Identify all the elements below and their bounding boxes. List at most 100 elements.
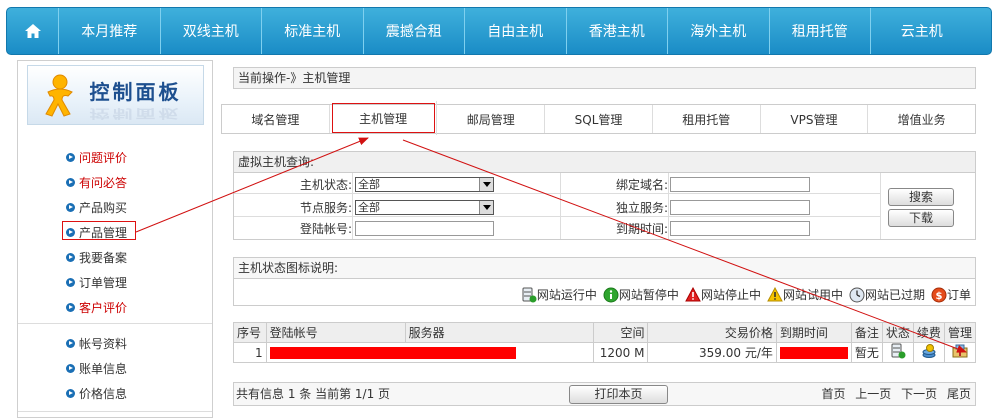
status-select[interactable]: 全部 (355, 177, 494, 192)
breadcrumb: 当前操作-》主机管理 (233, 67, 976, 89)
sidebar-item-price[interactable]: 价格信息 (66, 381, 127, 406)
row-divider (234, 193, 880, 194)
sidebar-item-customer-review[interactable]: 客户评价 (66, 295, 127, 320)
domain-input[interactable] (670, 177, 810, 192)
sidebar-divider (18, 411, 212, 412)
col-header-note: 备注 (850, 322, 883, 343)
host-query-panel: 虚拟主机查询: 主机状态: 全部 节点服务: 全部 登陆帐号: 绑定域名: 独立… (233, 151, 976, 240)
cell-price: 359.00 元/年 (647, 342, 777, 363)
sidebar-item-buy-product[interactable]: 产品购买 (66, 195, 127, 220)
tab-sql[interactable]: SQL管理 (545, 105, 653, 133)
page-last-link[interactable]: 尾页 (947, 387, 971, 401)
top-nav: 本月推荐 双线主机 标准主机 震撼合租 自由主机 香港主机 海外主机 租用托管 … (6, 7, 992, 55)
col-divider (352, 173, 353, 239)
nav-item-hongkong[interactable]: 香港主机 (567, 8, 668, 54)
col-header-price: 交易价格 (647, 322, 777, 343)
cell-manage[interactable] (943, 342, 977, 363)
legend-title: 主机状态图标说明: (234, 258, 975, 279)
sidebar-item-question-review[interactable]: 问题评价 (66, 145, 127, 170)
cell-index: 1 (233, 342, 267, 363)
col-header-server: 服务器 (404, 322, 595, 343)
pagination: 首页 上一页 下一页 尾页 (815, 383, 971, 405)
tab-hosting[interactable]: 租用托管 (653, 105, 761, 133)
page-first-link[interactable]: 首页 (821, 387, 845, 401)
status-legend-panel: 主机状态图标说明: 网站运行中 网站暂停中 网站停止中 网站试用中 网站已过期 … (233, 257, 976, 306)
tab-vps[interactable]: VPS管理 (761, 105, 869, 133)
sidebar-menu-account: 帐号资料 账单信息 价格信息 (66, 331, 127, 406)
nav-item-monthly[interactable]: 本月推荐 (59, 8, 161, 54)
cell-renew[interactable] (912, 342, 945, 363)
account-input[interactable] (355, 221, 494, 236)
server-running-icon (891, 343, 906, 359)
expire-input[interactable] (670, 221, 810, 236)
sidebar-item-faq[interactable]: 有问必答 (66, 170, 127, 195)
col-header-space: 空间 (593, 322, 649, 343)
tab-domain[interactable]: 域名管理 (222, 105, 330, 133)
cell-space: 1200 M (593, 342, 649, 363)
server-running-icon (522, 287, 537, 302)
warning-yellow-icon (767, 286, 783, 301)
legend-items: 网站运行中 网站暂停中 网站停止中 网站试用中 网站已过期 $ 订单 (515, 286, 971, 303)
print-button[interactable]: 打印本页 (569, 385, 668, 404)
account-label: 登陆帐号: (299, 222, 352, 236)
page-prev-link[interactable]: 上一页 (855, 387, 891, 401)
pagination-summary: 共有信息 1 条 当前第 1/1 页 (236, 387, 391, 401)
dedicated-label: 独立服务: (615, 201, 668, 215)
cell-expire (775, 342, 852, 363)
sidebar-item-orders[interactable]: 订单管理 (66, 270, 127, 295)
nav-item-standard[interactable]: 标准主机 (262, 8, 364, 54)
nav-item-free-host[interactable]: 自由主机 (465, 8, 567, 54)
node-select[interactable]: 全部 (355, 200, 494, 215)
sidebar-item-account-info[interactable]: 帐号资料 (66, 331, 127, 356)
bullet-icon (66, 303, 75, 312)
node-label: 节点服务: (299, 201, 352, 215)
chevron-down-icon (479, 178, 493, 191)
search-button[interactable]: 搜索 (888, 188, 954, 206)
nav-item-cloud[interactable]: 云主机 (871, 8, 973, 54)
cell-status (881, 342, 914, 363)
col-header-account: 登陆帐号 (265, 322, 406, 343)
tab-bar: 域名管理 主机管理 邮局管理 SQL管理 租用托管 VPS管理 增值业务 (221, 101, 976, 135)
legend-stopped: 网站停止中 (685, 286, 761, 303)
col-header-renew: 续费 (912, 322, 945, 343)
tab-mail[interactable]: 邮局管理 (437, 105, 546, 133)
page-next-link[interactable]: 下一页 (901, 387, 937, 401)
bullet-icon (66, 339, 75, 348)
col-divider (880, 173, 881, 239)
tab-host-manage[interactable]: 主机管理 (330, 101, 438, 135)
host-table: 序号 登陆帐号 服务器 空间 交易价格 到期时间 备注 状态 续费 管理 1 1… (233, 322, 977, 363)
cell-note: 暂无 (850, 342, 883, 363)
dollar-icon: $ (931, 287, 947, 302)
chevron-down-icon (479, 201, 493, 214)
bullet-icon (66, 389, 75, 398)
warning-red-icon (685, 286, 701, 301)
clock-icon (849, 287, 865, 302)
legend-running: 网站运行中 (521, 286, 597, 303)
home-button[interactable] (7, 8, 59, 54)
panel-title: 控制面板 (89, 80, 182, 104)
home-icon (24, 24, 41, 38)
coins-renew-icon (922, 344, 936, 358)
nav-item-dual-line[interactable]: 双线主机 (161, 8, 262, 54)
manage-tools-icon (952, 344, 968, 358)
download-button[interactable]: 下载 (888, 209, 954, 227)
col-header-status: 状态 (881, 322, 914, 343)
col-header-expire: 到期时间 (775, 322, 852, 343)
nav-item-overseas[interactable]: 海外主机 (668, 8, 770, 54)
col-header-index: 序号 (233, 322, 267, 343)
table-header-row: 序号 登陆帐号 服务器 空间 交易价格 到期时间 备注 状态 续费 管理 (233, 322, 977, 343)
sidebar-item-billing[interactable]: 账单信息 (66, 356, 127, 381)
sidebar-item-filing[interactable]: 我要备案 (66, 245, 127, 270)
tab-value-added[interactable]: 增值业务 (868, 105, 975, 133)
col-divider (668, 173, 669, 239)
control-panel-header: 控制面板 控制面板 (26, 65, 204, 125)
dedicated-input[interactable] (670, 200, 810, 215)
bullet-icon (66, 178, 75, 187)
info-icon (603, 287, 619, 302)
legend-trial: 网站试用中 (767, 286, 843, 303)
nav-item-hosting[interactable]: 租用托管 (770, 8, 871, 54)
redacted-account (269, 347, 516, 359)
annotation-box-product-manage (62, 221, 136, 240)
bullet-icon (66, 278, 75, 287)
nav-item-shared[interactable]: 震撼合租 (364, 8, 465, 54)
